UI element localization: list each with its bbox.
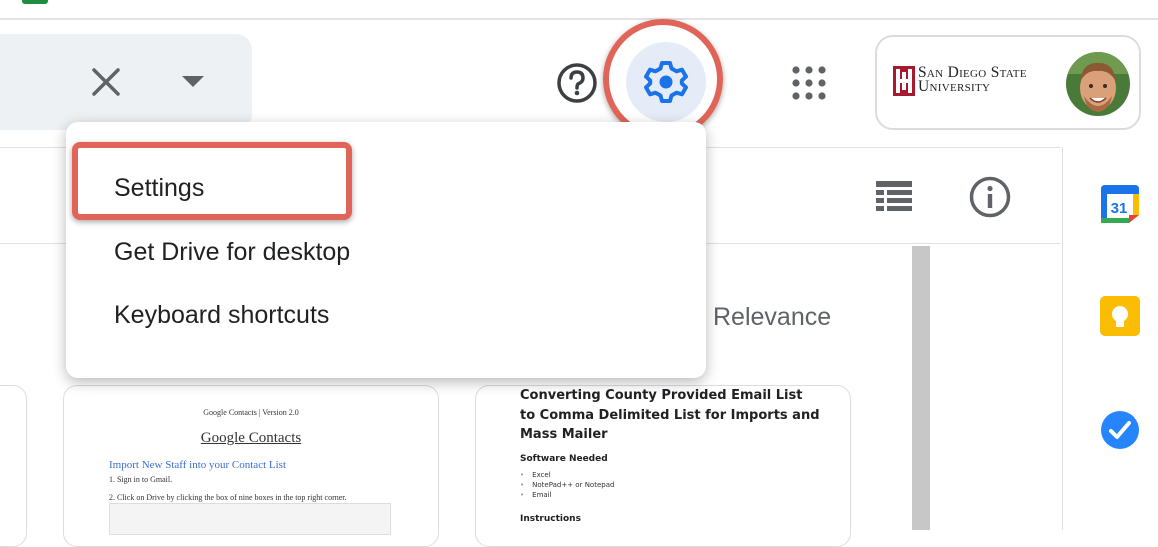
list-view-icon[interactable] <box>876 181 912 211</box>
doc-subtitle: Import New Staff into your Contact List <box>109 459 286 471</box>
clear-search-icon[interactable] <box>88 64 124 100</box>
doc-section-heading: Software Needed <box>520 454 608 464</box>
calendar-day: 31 <box>1111 200 1128 217</box>
menu-item-get-drive-for-desktop[interactable]: Get Drive for desktop <box>114 238 350 267</box>
side-panel-divider <box>1062 147 1063 530</box>
sheets-tab-indicator <box>22 0 48 4</box>
doc-software-list: Excel NotePad++ or Notepad Email <box>520 470 614 500</box>
menu-item-keyboard-shortcuts[interactable]: Keyboard shortcuts <box>114 301 329 330</box>
settings-highlight-box <box>72 142 352 220</box>
doc-section-heading: Instructions <box>520 514 581 524</box>
settings-highlight-circle <box>603 19 723 139</box>
sdsu-logo-icon <box>893 66 915 96</box>
search-bar[interactable] <box>0 34 252 130</box>
list-item: Email <box>520 490 614 500</box>
file-card[interactable]: Google Contacts | Version 2.0 Google Con… <box>63 385 439 547</box>
info-icon[interactable] <box>968 175 1012 219</box>
sort-label[interactable]: Relevance <box>713 303 831 332</box>
calendar-icon[interactable]: 31 <box>1100 184 1140 224</box>
list-item: Excel <box>520 470 614 480</box>
file-card[interactable] <box>0 385 27 547</box>
doc-title: Converting County Provided Email List to… <box>520 388 820 442</box>
search-options-chevron-icon[interactable] <box>182 76 204 87</box>
avatar[interactable] <box>1066 52 1130 116</box>
list-item: NotePad++ or Notepad <box>520 480 614 490</box>
keep-icon[interactable] <box>1100 296 1140 336</box>
scrollbar[interactable] <box>912 246 930 530</box>
apps-grid-icon[interactable] <box>792 66 826 100</box>
tasks-icon[interactable] <box>1100 410 1140 450</box>
doc-screenshot-thumbnail <box>109 503 391 535</box>
organization-name: San Diego State University <box>918 64 1027 95</box>
help-icon[interactable] <box>556 62 598 104</box>
doc-step: 1. Sign in to Gmail. <box>109 475 173 484</box>
doc-step: 2. Click on Drive by clicking the box of… <box>109 493 347 502</box>
doc-header-text: Google Contacts | Version 2.0 <box>203 408 299 417</box>
browser-divider <box>0 18 1158 20</box>
file-card[interactable]: Converting County Provided Email List to… <box>475 385 851 547</box>
doc-title: Google Contacts <box>200 430 302 446</box>
